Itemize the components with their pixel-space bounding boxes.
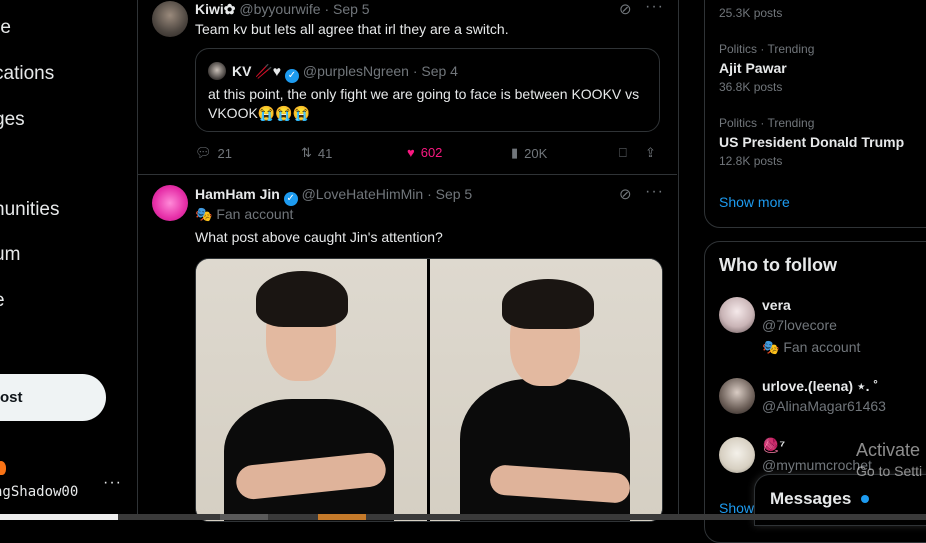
follow-user-name[interactable]: 🧶⁷: [762, 437, 785, 454]
avatar[interactable]: [152, 1, 188, 37]
trend-item-us-president-donald-trump[interactable]: US President Donald Trump: [719, 134, 904, 150]
trend-count: 36.8K posts: [719, 80, 783, 94]
messages-title[interactable]: Messages: [770, 489, 851, 509]
author-name[interactable]: Kiwi✿: [195, 1, 236, 17]
repost-button[interactable]: ⇅ 41: [301, 145, 332, 161]
tweet-date[interactable]: · Sep 5: [427, 186, 472, 202]
media-photo-left[interactable]: [196, 259, 427, 521]
avatar: [208, 62, 226, 80]
account-switcher[interactable]: ngShadow00: [0, 484, 78, 500]
trend-category: Politics · Trending: [719, 116, 815, 130]
avatar[interactable]: [719, 378, 755, 414]
more-icon[interactable]: ···: [645, 0, 664, 16]
quote-date: · Sep 4: [412, 63, 458, 79]
views-count: 20K: [524, 145, 548, 161]
fan-account-badge: 🎭 Fan account: [762, 339, 861, 355]
account-handle: ngShadow00: [0, 484, 79, 500]
follow-user-name[interactable]: urlove.(leena) ⋆. ˚: [762, 378, 878, 395]
tweet-text: Team kv but lets all agree that irl they…: [195, 21, 509, 37]
tweet-date[interactable]: · Sep 5: [324, 1, 369, 17]
trend-category: Politics · Trending: [719, 42, 815, 56]
share-icon[interactable]: ⇪: [645, 145, 656, 161]
repost-icon: ⇅: [301, 145, 312, 160]
reply-count: 21: [217, 145, 232, 161]
tweet-text: What post above caught Jin's attention?: [195, 229, 443, 245]
tweet-header: HamHam Jin ✓ @LoveHateHimMin · Sep 5: [195, 186, 472, 206]
verified-icon: ✓: [284, 69, 299, 83]
fan-account-badge: 🎭 Fan account: [195, 206, 294, 222]
grok-icon[interactable]: ⊘: [619, 0, 632, 18]
quote-author-handle: @purplesNgreen: [302, 63, 409, 79]
grok-icon[interactable]: ⊘: [619, 185, 632, 203]
like-count: 602: [420, 145, 443, 160]
nav-item-communities[interactable]: nunities: [0, 199, 60, 221]
nav-item-premium[interactable]: um: [0, 244, 20, 266]
quote-text: at this point, the only fight we are goi…: [208, 86, 640, 121]
divider: [137, 174, 677, 175]
quote-header: KV 🥢♥ ✓ @purplesNgreen · Sep 4: [232, 63, 458, 83]
follow-user-handle[interactable]: @7lovecore: [762, 317, 837, 333]
nav-item-notifications[interactable]: cations: [0, 63, 54, 85]
who-to-follow-title: Who to follow: [719, 255, 837, 275]
reply-icon: 💬︎: [195, 145, 212, 160]
follow-user-name[interactable]: vera: [762, 297, 791, 313]
trend-count: 25.3K posts: [719, 6, 783, 20]
taskbar-item[interactable]: [0, 514, 118, 520]
avatar[interactable]: [152, 185, 188, 221]
nav-label: cations: [0, 63, 55, 84]
activate-watermark-title: Activate: [856, 440, 921, 460]
heart-icon: ♥: [407, 145, 415, 160]
hair: [502, 279, 594, 329]
nav-label: um: [0, 244, 21, 265]
trend-count: 12.8K posts: [719, 154, 783, 168]
flame-icon: [0, 461, 6, 475]
trend-item-ajit-pawar[interactable]: Ajit Pawar: [719, 60, 787, 76]
taskbar: [0, 514, 926, 520]
post-button[interactable]: ost: [0, 374, 106, 421]
author-handle[interactable]: @LoveHateHimMin: [302, 186, 424, 202]
like-button[interactable]: ♥ 602: [407, 145, 442, 160]
nav-item-more[interactable]: e: [0, 290, 5, 312]
views-button[interactable]: ▮ 20K: [511, 145, 547, 161]
post-button-label: ost: [0, 389, 23, 406]
repost-count: 41: [317, 145, 333, 161]
follow-user-handle[interactable]: @AlinaMagar61463: [762, 398, 886, 414]
verified-icon: ✓: [283, 192, 298, 206]
tweet-actions: 💬︎ 21 ⇅ 41 ♥ 602 ▮ 20K ⎕ ⇪: [195, 145, 665, 163]
nav-label: ges: [0, 109, 25, 130]
hair: [256, 271, 348, 327]
nav-label: e: [0, 290, 5, 311]
nav-label: re: [0, 17, 11, 38]
taskbar-item[interactable]: [318, 514, 366, 520]
more-icon[interactable]: ···: [645, 183, 664, 201]
show-more-link[interactable]: Show more: [719, 194, 790, 210]
avatar[interactable]: [719, 297, 755, 333]
account-more-icon[interactable]: ···: [103, 474, 122, 492]
views-icon: ▮: [511, 145, 519, 160]
author-name[interactable]: HamHam Jin: [195, 186, 280, 202]
unread-dot-icon: [861, 495, 869, 503]
tweet-header: Kiwi✿ @byyourwife · Sep 5: [195, 1, 370, 18]
nav-item-messages[interactable]: ges: [0, 109, 25, 131]
quote-author-name: KV 🥢♥: [232, 63, 282, 79]
bookmark-icon[interactable]: ⎕: [619, 145, 627, 161]
tweet-media[interactable]: [195, 258, 663, 522]
nav-item-explore[interactable]: re: [0, 17, 11, 39]
activate-watermark-text: Go to Setti: [856, 463, 923, 479]
author-handle[interactable]: @byyourwife: [239, 1, 320, 17]
taskbar-item[interactable]: [220, 514, 268, 520]
avatar[interactable]: [719, 437, 755, 473]
media-photo-right[interactable]: [430, 259, 662, 521]
reply-button[interactable]: 💬︎ 21: [195, 145, 232, 161]
nav-label: nunities: [0, 199, 60, 220]
